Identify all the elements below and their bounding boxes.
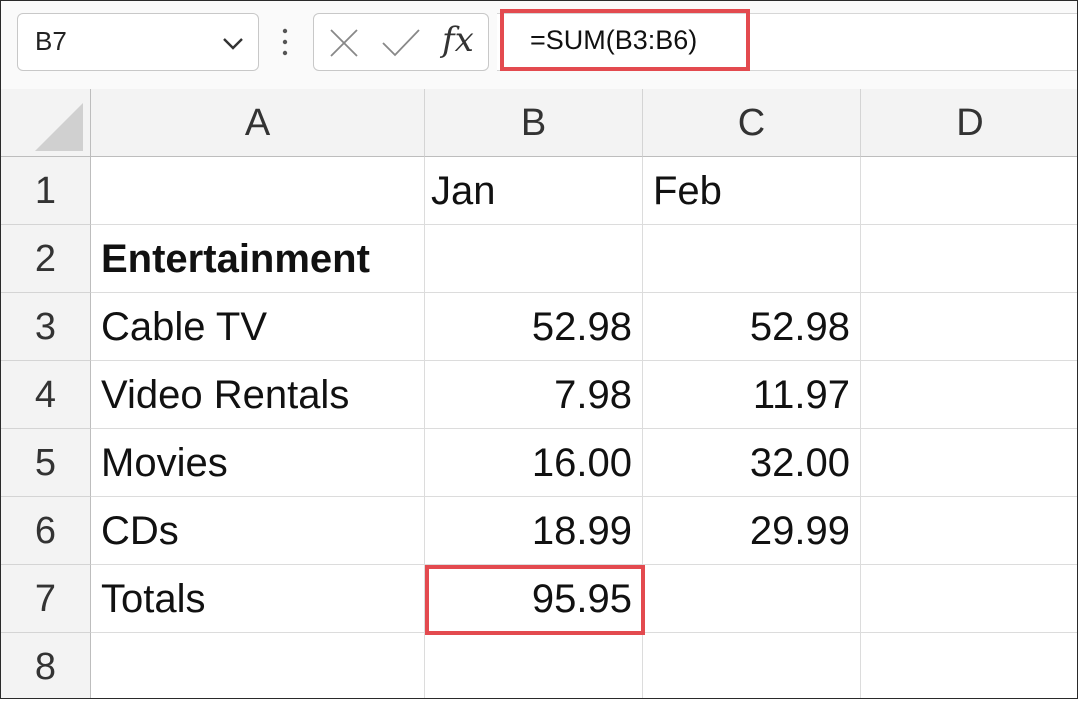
cell-a1[interactable] xyxy=(91,157,425,225)
row-header-7[interactable]: 7 xyxy=(1,565,91,633)
column-header-a[interactable]: A xyxy=(91,89,425,157)
cell-c3[interactable]: 52.98 xyxy=(643,293,861,361)
formula-actions: fx xyxy=(313,13,489,71)
cell-c6[interactable]: 29.99 xyxy=(643,497,861,565)
row-header-4[interactable]: 4 xyxy=(1,361,91,429)
cell-b8[interactable] xyxy=(425,633,643,698)
column-header-b[interactable]: B xyxy=(425,89,643,157)
cell-d7[interactable] xyxy=(861,565,1077,633)
cell-c8[interactable] xyxy=(643,633,861,698)
cell-a2[interactable]: Entertainment xyxy=(91,225,425,293)
cell-d1[interactable] xyxy=(861,157,1077,225)
cell-a5[interactable]: Movies xyxy=(91,429,425,497)
cell-a8[interactable] xyxy=(91,633,425,698)
cell-a7[interactable]: Totals xyxy=(91,565,425,633)
row-header-6[interactable]: 6 xyxy=(1,497,91,565)
cell-b1[interactable]: Jan xyxy=(425,157,643,225)
select-all-corner[interactable] xyxy=(1,89,91,157)
row-header-5[interactable]: 5 xyxy=(1,429,91,497)
cell-b5[interactable]: 16.00 xyxy=(425,429,643,497)
cell-d2[interactable] xyxy=(861,225,1077,293)
cell-b4[interactable]: 7.98 xyxy=(425,361,643,429)
cell-a4[interactable]: Video Rentals xyxy=(91,361,425,429)
chevron-down-icon[interactable] xyxy=(220,30,246,56)
cell-a6[interactable]: CDs xyxy=(91,497,425,565)
cell-c1[interactable]: Feb xyxy=(643,157,861,225)
cancel-icon[interactable] xyxy=(328,27,360,59)
cell-c4[interactable]: 11.97 xyxy=(643,361,861,429)
formula-bar: B7 fx =SUM(B3:B6) xyxy=(1,1,1077,90)
row-header-3[interactable]: 3 xyxy=(1,293,91,361)
insert-function-icon[interactable]: fx xyxy=(442,20,474,60)
cell-c5[interactable]: 32.00 xyxy=(643,429,861,497)
row-header-8[interactable]: 8 xyxy=(1,633,91,698)
column-header-c[interactable]: C xyxy=(643,89,861,157)
select-all-triangle-icon xyxy=(35,103,83,151)
cell-b2[interactable] xyxy=(425,225,643,293)
spreadsheet-window: B7 fx =SUM(B3:B6) A B C D 1 2 3 4 5 6 7 … xyxy=(0,0,1078,699)
formula-highlight-box xyxy=(500,9,750,71)
cell-c7[interactable] xyxy=(643,565,861,633)
cell-d5[interactable] xyxy=(861,429,1077,497)
column-header-d[interactable]: D xyxy=(861,89,1077,157)
more-options-icon[interactable] xyxy=(279,25,291,59)
checkmark-icon[interactable] xyxy=(380,27,422,59)
name-box-value: B7 xyxy=(35,26,67,56)
name-box[interactable]: B7 xyxy=(17,13,259,71)
cell-b3[interactable]: 52.98 xyxy=(425,293,643,361)
cell-b6[interactable]: 18.99 xyxy=(425,497,643,565)
row-header-2[interactable]: 2 xyxy=(1,225,91,293)
cell-d8[interactable] xyxy=(861,633,1077,698)
cell-d4[interactable] xyxy=(861,361,1077,429)
cell-a3[interactable]: Cable TV xyxy=(91,293,425,361)
selected-cell-highlight-box xyxy=(425,565,645,635)
row-header-1[interactable]: 1 xyxy=(1,157,91,225)
cell-d6[interactable] xyxy=(861,497,1077,565)
cell-c2[interactable] xyxy=(643,225,861,293)
cell-d3[interactable] xyxy=(861,293,1077,361)
